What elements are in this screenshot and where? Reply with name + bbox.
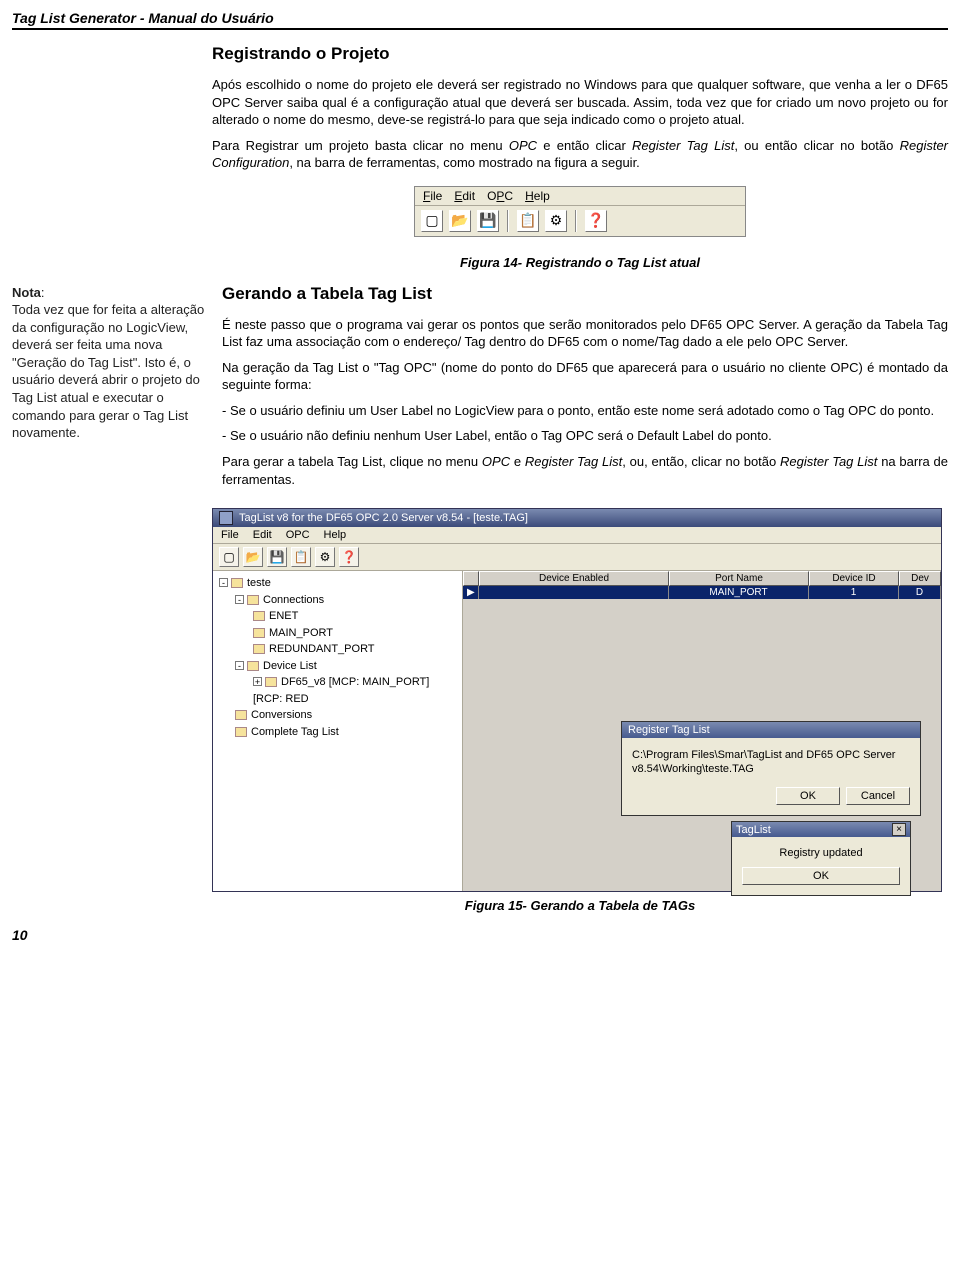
section2-p4: - Se o usuário não definiu nenhum User L… — [222, 427, 948, 445]
save-icon[interactable]: 💾 — [477, 210, 499, 232]
taglist-icon[interactable]: 📋 — [291, 547, 311, 567]
section2-p1: É neste passo que o programa vai gerar o… — [222, 316, 948, 351]
section2-p3: - Se o usuário definiu um User Label no … — [222, 402, 948, 420]
sidebar-note: Nota: Toda vez que for feita a alteração… — [12, 284, 212, 496]
grid-area: Device Enabled Port Name Device ID Dev ▶… — [463, 571, 941, 891]
new-icon[interactable]: ▢ — [219, 547, 239, 567]
register-dialog: Register Tag List C:\Program Files\Smar\… — [621, 721, 921, 816]
text: OPC — [482, 454, 510, 469]
col-dev: Dev — [899, 571, 941, 586]
msgbox-text: Registry updated — [742, 847, 900, 859]
menu-file[interactable]: File — [221, 529, 239, 541]
grid-row[interactable]: ▶ MAIN_PORT 1 D — [463, 586, 941, 599]
cell-enabled — [479, 586, 669, 599]
close-icon[interactable]: × — [892, 823, 906, 836]
tree-redundant-port[interactable]: REDUNDANT_PORT — [269, 643, 375, 655]
open-icon[interactable]: 📂 — [449, 210, 471, 232]
toolbar-figure: File Edit OPC Help ▢ 📂 💾 📋 ⚙ ❓ — [414, 186, 746, 237]
dialog-path: C:\Program Files\Smar\TagList and DF65 O… — [632, 748, 910, 777]
note-label: Nota — [12, 285, 41, 300]
app-toolbar: ▢ 📂 💾 📋 ⚙ ❓ — [213, 544, 941, 571]
text: e então clicar — [537, 138, 632, 153]
register-icon[interactable]: ⚙ — [315, 547, 335, 567]
app-window: TagList v8 for the DF65 OPC 2.0 Server v… — [212, 508, 942, 892]
cell-port: MAIN_PORT — [669, 586, 809, 599]
title-bar: TagList v8 for the DF65 OPC 2.0 Server v… — [213, 509, 941, 527]
taglist-icon[interactable]: 📋 — [517, 210, 539, 232]
note-text: Toda vez que for feita a alteração da co… — [12, 302, 204, 440]
help-icon[interactable]: ❓ — [339, 547, 359, 567]
text: Para gerar a tabela Tag List, clique no … — [222, 454, 482, 469]
tree-view[interactable]: -teste -Connections ENET MAIN_PORT REDUN… — [213, 571, 463, 891]
col-device-enabled: Device Enabled — [479, 571, 669, 586]
text: , ou, então, clicar no botão — [622, 454, 780, 469]
section1-para2: Para Registrar um projeto basta clicar n… — [212, 137, 948, 172]
app-menu-bar: File Edit OPC Help — [213, 527, 941, 544]
page-number: 10 — [12, 927, 948, 943]
tree-root[interactable]: teste — [247, 577, 271, 589]
grid-header: Device Enabled Port Name Device ID Dev — [463, 571, 941, 586]
page-header: Tag List Generator - Manual do Usuário — [12, 10, 948, 30]
section1-heading: Registrando o Projeto — [212, 44, 948, 64]
tree-df65[interactable]: DF65_v8 [MCP: MAIN_PORT] [RCP: RED — [253, 676, 429, 705]
text: OPC — [509, 138, 537, 153]
menu-edit[interactable]: Edit — [253, 529, 272, 541]
row-indicator: ▶ — [463, 586, 479, 599]
register-icon[interactable]: ⚙ — [545, 210, 567, 232]
menu-file[interactable]: File — [423, 189, 442, 203]
menu-opc[interactable]: OPC — [487, 189, 513, 203]
help-icon[interactable]: ❓ — [585, 210, 607, 232]
msgbox-title-text: TagList — [736, 824, 771, 836]
figure14-caption: Figura 14- Registrando o Tag List atual — [212, 255, 948, 270]
colon: : — [41, 285, 45, 300]
text: Register Tag List — [780, 454, 877, 469]
tree-device-list[interactable]: Device List — [263, 660, 317, 672]
app-icon — [219, 511, 233, 525]
ok-button[interactable]: OK — [776, 787, 840, 805]
text: , ou então clicar no botão — [734, 138, 899, 153]
text: Register Tag List — [632, 138, 734, 153]
menu-bar: File Edit OPC Help — [415, 187, 745, 206]
toolbar-icons: ▢ 📂 💾 📋 ⚙ ❓ — [415, 206, 745, 236]
figure15-caption: Figura 15- Gerando a Tabela de TAGs — [212, 898, 948, 913]
tree-connections[interactable]: Connections — [263, 594, 324, 606]
text: Register Tag List — [525, 454, 622, 469]
cell-dev: D — [899, 586, 941, 599]
tree-main-port[interactable]: MAIN_PORT — [269, 627, 333, 639]
text: e — [510, 454, 525, 469]
msgbox-title: TagList × — [732, 822, 910, 837]
open-icon[interactable]: 📂 — [243, 547, 263, 567]
col-port-name: Port Name — [669, 571, 809, 586]
save-icon[interactable]: 💾 — [267, 547, 287, 567]
text: Para Registrar um projeto basta clicar n… — [212, 138, 509, 153]
tree-complete[interactable]: Complete Tag List — [251, 726, 339, 738]
menu-help[interactable]: Help — [525, 189, 550, 203]
section1-para1: Após escolhido o nome do projeto ele dev… — [212, 76, 948, 129]
dialog-title: Register Tag List — [622, 722, 920, 738]
section2-p2: Na geração da Tag List o "Tag OPC" (nome… — [222, 359, 948, 394]
tree-enet[interactable]: ENET — [269, 610, 298, 622]
window-title: TagList v8 for the DF65 OPC 2.0 Server v… — [239, 512, 528, 524]
cancel-button[interactable]: Cancel — [846, 787, 910, 805]
ok-button[interactable]: OK — [742, 867, 900, 885]
row-selector — [463, 571, 479, 586]
separator — [575, 210, 577, 232]
tree-conversions[interactable]: Conversions — [251, 709, 312, 721]
menu-edit[interactable]: Edit — [454, 189, 475, 203]
section2-heading: Gerando a Tabela Tag List — [222, 284, 948, 304]
message-box: TagList × Registry updated OK — [731, 821, 911, 896]
new-icon[interactable]: ▢ — [421, 210, 443, 232]
cell-devid: 1 — [809, 586, 899, 599]
text: , na barra de ferramentas, como mostrado… — [289, 155, 639, 170]
col-device-id: Device ID — [809, 571, 899, 586]
separator — [507, 210, 509, 232]
section2-p5: Para gerar a tabela Tag List, clique no … — [222, 453, 948, 488]
menu-help[interactable]: Help — [324, 529, 347, 541]
menu-opc[interactable]: OPC — [286, 529, 310, 541]
